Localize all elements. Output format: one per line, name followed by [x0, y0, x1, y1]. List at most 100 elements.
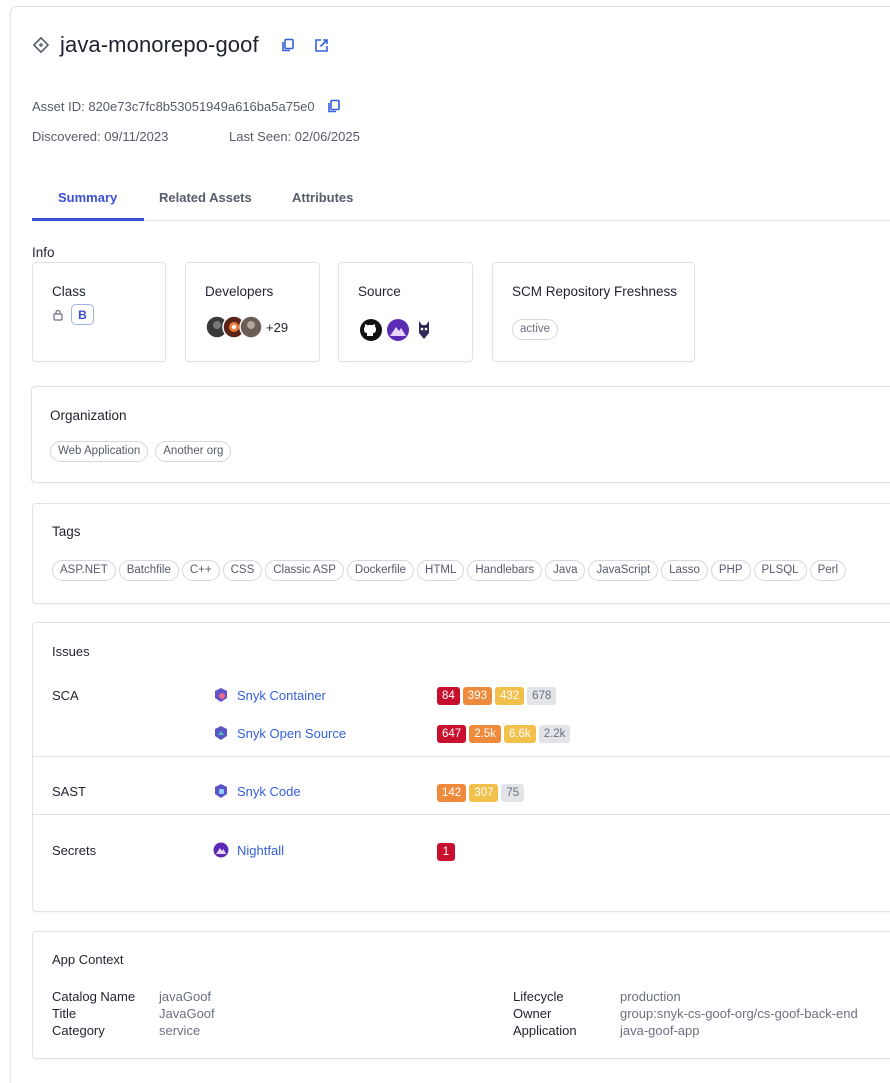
discovered-date: Discovered: 09/11/2023: [32, 129, 169, 144]
app-context-card: App Context Catalog Name Title Category …: [32, 931, 890, 1059]
page-title: java-monorepo-goof: [60, 32, 259, 57]
organization-card: Organization Web Application Another org: [31, 386, 890, 483]
severity-badge-critical: 647: [437, 725, 467, 743]
tag-chip: HTML: [417, 560, 465, 581]
tool-link-snyk-open-source[interactable]: Snyk Open Source: [237, 726, 346, 741]
tab-summary[interactable]: Summary: [58, 190, 117, 205]
source-label: Source: [358, 284, 401, 299]
kv-key: Title: [52, 1006, 77, 1021]
app-context-left-values: javaGoof JavaGoof service: [159, 988, 215, 1039]
tags-label: Tags: [52, 524, 81, 539]
tag-chip: Handlebars: [467, 560, 543, 581]
kv-key: Catalog Name: [52, 989, 136, 1004]
severity-badge-low: 2.2k: [538, 725, 571, 743]
issue-count-badges: 647 2.5k 6.6k 2.2k: [437, 725, 571, 743]
severity-badge-low: 75: [501, 784, 525, 802]
tab-related-assets[interactable]: Related Assets: [159, 190, 252, 205]
tag-chip: PLSQL: [753, 560, 807, 581]
severity-badge-high: 393: [462, 687, 492, 705]
avatar: [205, 315, 263, 339]
class-card: Class B: [32, 262, 166, 362]
copy-icon[interactable]: [279, 36, 297, 54]
tag-chip: Dockerfile: [346, 560, 415, 581]
kv-value: java-goof-app: [620, 1023, 700, 1038]
issues-label: Issues: [52, 644, 90, 659]
freshness-label: SCM Repository Freshness: [512, 284, 678, 299]
organization-chip: Web Application: [50, 441, 149, 462]
app-context-right-values: production group:snyk-cs-goof-org/cs-goo…: [620, 988, 858, 1039]
tag-list: ASP.NET Batchfile C++ CSS Classic ASP Dockerf…: [52, 560, 849, 581]
developer-avatars[interactable]: +29: [205, 315, 288, 339]
snyk-open-source-icon: [213, 725, 229, 746]
app-context-right-keys: Lifecycle Owner Application: [513, 988, 577, 1039]
snyk-code-icon: [213, 783, 229, 804]
tool-link-snyk-code[interactable]: Snyk Code: [237, 784, 301, 799]
freshness-card: SCM Repository Freshness active: [492, 262, 695, 362]
issues-card: Issues SCA Snyk Container 84 393 432 678 Sn…: [32, 622, 890, 912]
severity-badge-critical: 84: [437, 687, 460, 705]
tool-link-nightfall[interactable]: Nightfall: [237, 843, 284, 858]
severity-badge-medium: 432: [494, 687, 525, 705]
tab-attributes[interactable]: Attributes: [292, 190, 353, 205]
tag-chip: Java: [545, 560, 586, 581]
tags-card: Tags ASP.NET Batchfile C++ CSS Classic ASP Do…: [32, 503, 890, 604]
tag-chip: JavaScript: [588, 560, 659, 581]
developers-label: Developers: [205, 284, 274, 299]
organization-chips: Web Application Another org: [50, 441, 234, 462]
kv-key: Application: [513, 1023, 577, 1038]
issue-group-secrets: Secrets: [52, 843, 97, 858]
last-seen-date: Last Seen: 02/06/2025: [229, 129, 360, 144]
organization-chip: Another org: [155, 441, 232, 462]
tab-bar: Summary Related Assets Attributes: [32, 180, 890, 221]
tag-chip: ASP.NET: [52, 560, 116, 581]
organization-label: Organization: [50, 408, 127, 423]
nightfall-icon: [213, 842, 229, 863]
kv-value: javaGoof: [159, 989, 212, 1004]
asset-id-row: Asset ID: 820e73c7fc8b53051949a616ba5a75…: [32, 97, 343, 115]
app-context-label: App Context: [52, 952, 124, 967]
asset-id: Asset ID: 820e73c7fc8b53051949a616ba5a75…: [32, 98, 315, 114]
tag-chip: Perl: [809, 560, 847, 581]
class-label: Class: [52, 284, 86, 299]
repo-diamond-icon: [32, 36, 50, 54]
github-icon: [359, 318, 383, 347]
tag-chip: Batchfile: [118, 560, 179, 581]
severity-badge-low: 678: [527, 687, 557, 705]
issue-count-badges: 84 393 432 678: [437, 687, 557, 705]
severity-badge-medium: 307: [469, 784, 499, 802]
tag-chip: Classic ASP: [265, 560, 344, 581]
kv-key: Lifecycle: [513, 989, 564, 1004]
app-context-left-keys: Catalog Name Title Category: [52, 988, 135, 1039]
nightfall-icon: [386, 318, 410, 347]
info-heading: Info: [32, 245, 55, 260]
external-link-icon[interactable]: [313, 36, 331, 54]
severity-badge-critical: 1: [437, 843, 455, 861]
freshness-status-badge: active: [512, 319, 559, 340]
divider: [33, 756, 890, 757]
developers-more-count: +29: [266, 319, 289, 335]
kv-value: group:snyk-cs-goof-org/cs-goof-back-end: [620, 1006, 858, 1021]
severity-badge-high: 142: [437, 784, 467, 802]
tag-chip: PHP: [710, 560, 751, 581]
active-tab-indicator: [32, 218, 144, 221]
tag-chip: Lasso: [661, 560, 708, 581]
source-card: Source: [338, 262, 473, 362]
snyk-container-icon: [213, 687, 229, 708]
tag-chip: C++: [181, 560, 220, 581]
issue-group-sca: SCA: [52, 688, 79, 703]
developers-card: Developers +29: [185, 262, 320, 362]
kv-value: JavaGoof: [159, 1006, 215, 1021]
class-badge: B: [71, 304, 94, 325]
copy-icon[interactable]: [325, 97, 343, 115]
kv-key: Owner: [513, 1006, 552, 1021]
issue-group-sast: SAST: [52, 784, 86, 799]
issue-count-badges: 142 307 75: [437, 784, 525, 802]
issue-count-badges: 1: [437, 843, 455, 861]
divider: [33, 814, 890, 815]
tool-link-snyk-container[interactable]: Snyk Container: [237, 688, 326, 703]
kv-value: production: [620, 989, 681, 1004]
lock-icon: [52, 308, 64, 326]
kv-key: Category: [52, 1023, 105, 1038]
severity-badge-high: 2.5k: [469, 725, 501, 743]
severity-badge-medium: 6.6k: [503, 725, 536, 743]
